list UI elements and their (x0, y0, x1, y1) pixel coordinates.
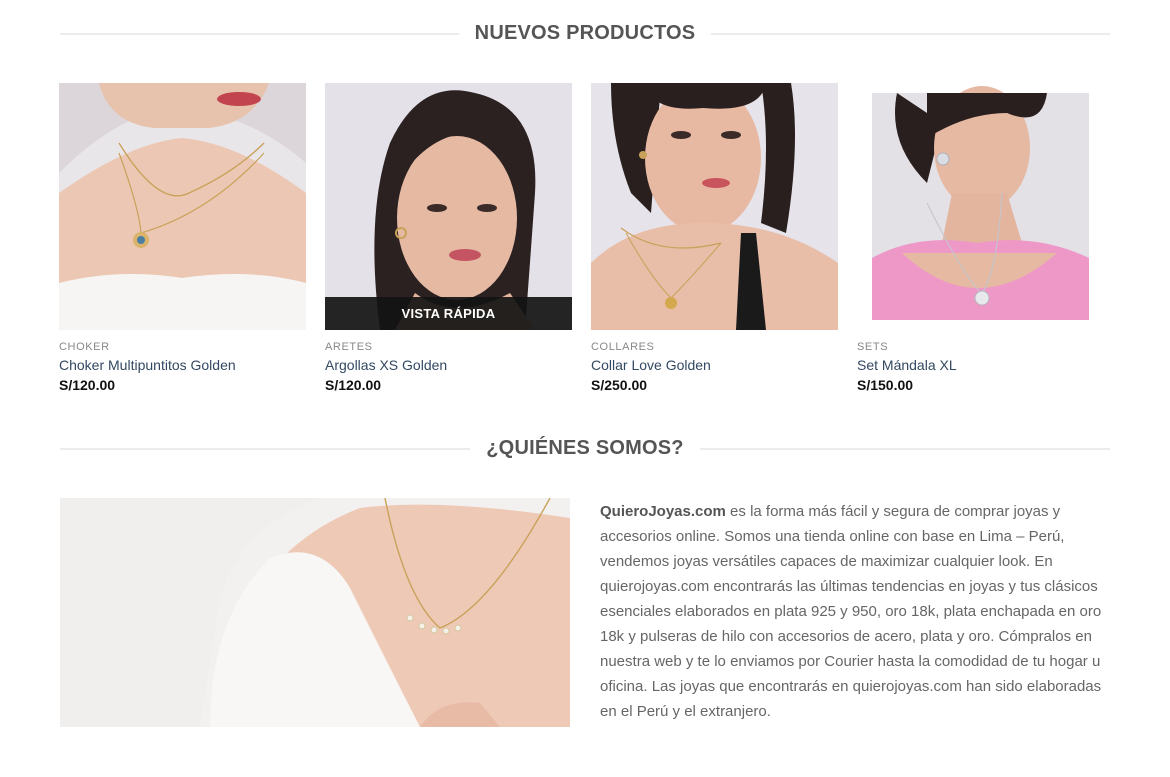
product-image[interactable] (857, 83, 1104, 330)
product-name-link[interactable]: Choker Multipuntitos Golden (59, 357, 306, 373)
product-category: COLLARES (591, 341, 655, 353)
product-category: SETS (857, 341, 889, 353)
quick-view-button[interactable]: VISTA RÁPIDA (325, 297, 572, 330)
product-card[interactable]: VISTA RÁPIDA ARETES Argollas XS Golden S… (325, 83, 572, 393)
product-card[interactable]: SETS Set Mándala XL S/150.00 (857, 83, 1104, 393)
product-category: ARETES (325, 341, 373, 353)
product-price: S/120.00 (325, 377, 382, 393)
about-heading: ¿QUIÉNES SOMOS? (60, 437, 1110, 460)
product-price: S/120.00 (59, 377, 116, 393)
product-card[interactable]: CHOKER Choker Multipuntitos Golden S/120… (59, 83, 306, 393)
product-name-link[interactable]: Collar Love Golden (591, 357, 838, 373)
section-title: NUEVOS PRODUCTOS (474, 22, 696, 44)
product-price: S/150.00 (857, 377, 914, 393)
new-products-heading: NUEVOS PRODUCTOS (60, 22, 1110, 45)
product-card[interactable]: COLLARES Collar Love Golden S/250.00 (591, 83, 838, 393)
product-carousel: CHOKER Choker Multipuntitos Golden S/120… (59, 83, 1111, 403)
section-title: ¿QUIÉNES SOMOS? (486, 437, 684, 459)
divider-left (60, 447, 471, 450)
product-image[interactable] (591, 83, 838, 330)
product-name-link[interactable]: Set Mándala XL (857, 357, 1104, 373)
product-name-link[interactable]: Argollas XS Golden (325, 357, 572, 373)
product-category: CHOKER (59, 341, 110, 353)
product-image[interactable]: VISTA RÁPIDA (325, 83, 572, 330)
about-description: QuieroJoyas.com es la forma más fácil y … (600, 499, 1110, 724)
about-body: es la forma más fácil y segura de compra… (600, 503, 1102, 720)
brand-name: QuieroJoyas.com (600, 503, 726, 520)
product-price: S/250.00 (591, 377, 648, 393)
divider-left (60, 32, 459, 35)
about-image (60, 498, 570, 727)
divider-right (711, 32, 1110, 35)
divider-right (699, 447, 1110, 450)
product-image[interactable] (59, 83, 306, 330)
